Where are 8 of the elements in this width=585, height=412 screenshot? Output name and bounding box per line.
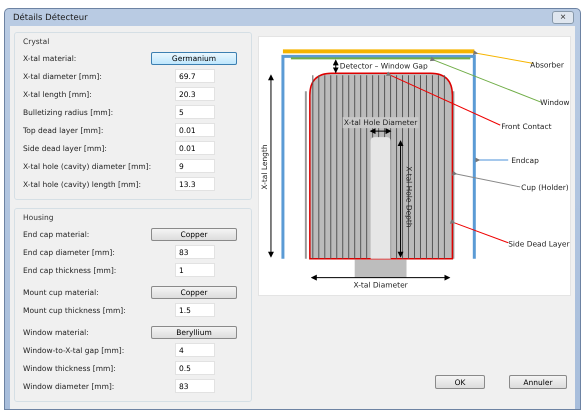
leader-line [452, 170, 521, 188]
close-button[interactable]: × [552, 11, 574, 24]
leader-line [475, 158, 509, 162]
window-title: Détails Détecteur [13, 12, 88, 22]
leader-line [450, 219, 509, 244]
base-block [354, 260, 407, 278]
hole-diameter-arrow [370, 128, 392, 134]
gap-arrow [332, 59, 339, 74]
